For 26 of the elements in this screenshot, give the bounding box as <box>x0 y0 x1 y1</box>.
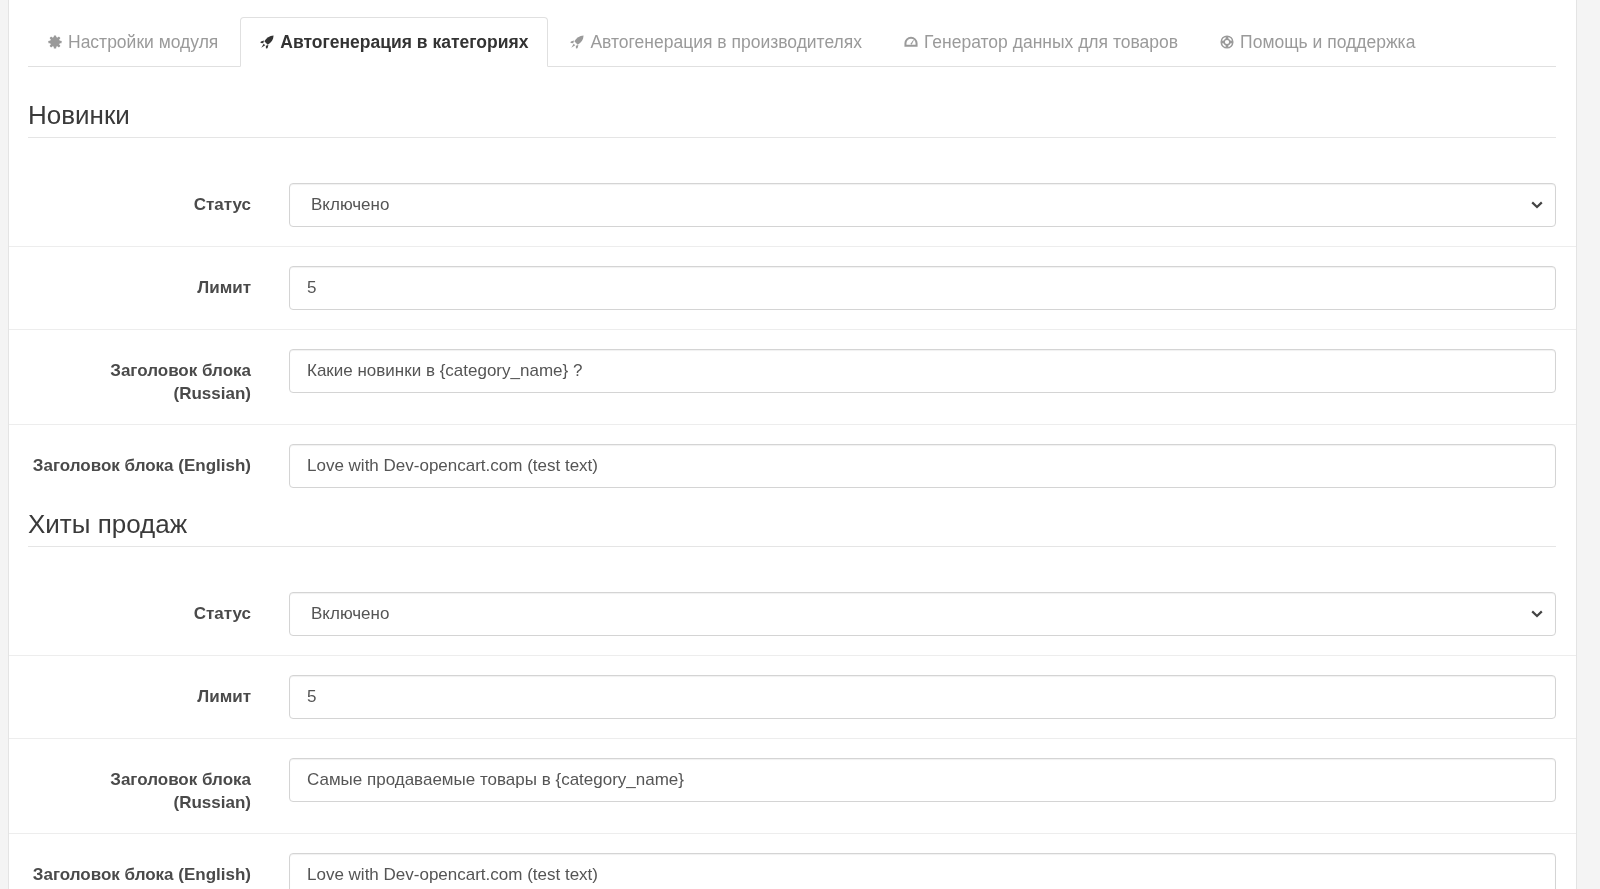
section-heading: Новинки <box>28 100 1556 138</box>
field-label: Заголовок блока (English) <box>32 864 251 886</box>
field-label: Заголовок блока (Russian) <box>109 769 251 814</box>
field-label: Заголовок блока (English) <box>32 455 251 477</box>
text-input[interactable]: Love with Dev-opencart.com (test text) <box>289 853 1556 889</box>
text-input[interactable]: 5 <box>289 266 1556 310</box>
tab[interactable]: Автогенерация в категориях <box>240 17 549 67</box>
field-label: Статус <box>193 194 251 216</box>
life-ring-icon <box>1220 35 1235 49</box>
chevron-down-icon <box>1531 201 1543 209</box>
rocket-icon <box>570 35 585 49</box>
gear-icon <box>48 35 62 49</box>
text-input[interactable]: Какие новинки в {category_name} ? <box>289 349 1556 393</box>
text-input[interactable]: Самые продаваемые товары в {category_name} <box>289 758 1556 802</box>
text-input[interactable]: 5 <box>289 675 1556 719</box>
field-label: Лимит <box>197 277 251 299</box>
section-heading: Хиты продаж <box>28 509 1556 547</box>
field-label: Заголовок блока (Russian) <box>109 360 251 405</box>
status-select[interactable]: Включено <box>289 183 1556 227</box>
chevron-down-icon <box>1531 610 1543 618</box>
text-input[interactable]: Love with Dev-opencart.com (test text) <box>289 444 1556 488</box>
field-label: Лимит <box>197 686 251 708</box>
gauge-icon <box>904 35 919 49</box>
rocket-icon <box>260 35 275 49</box>
field-label: Статус <box>193 603 251 625</box>
status-select[interactable]: Включено <box>289 592 1556 636</box>
